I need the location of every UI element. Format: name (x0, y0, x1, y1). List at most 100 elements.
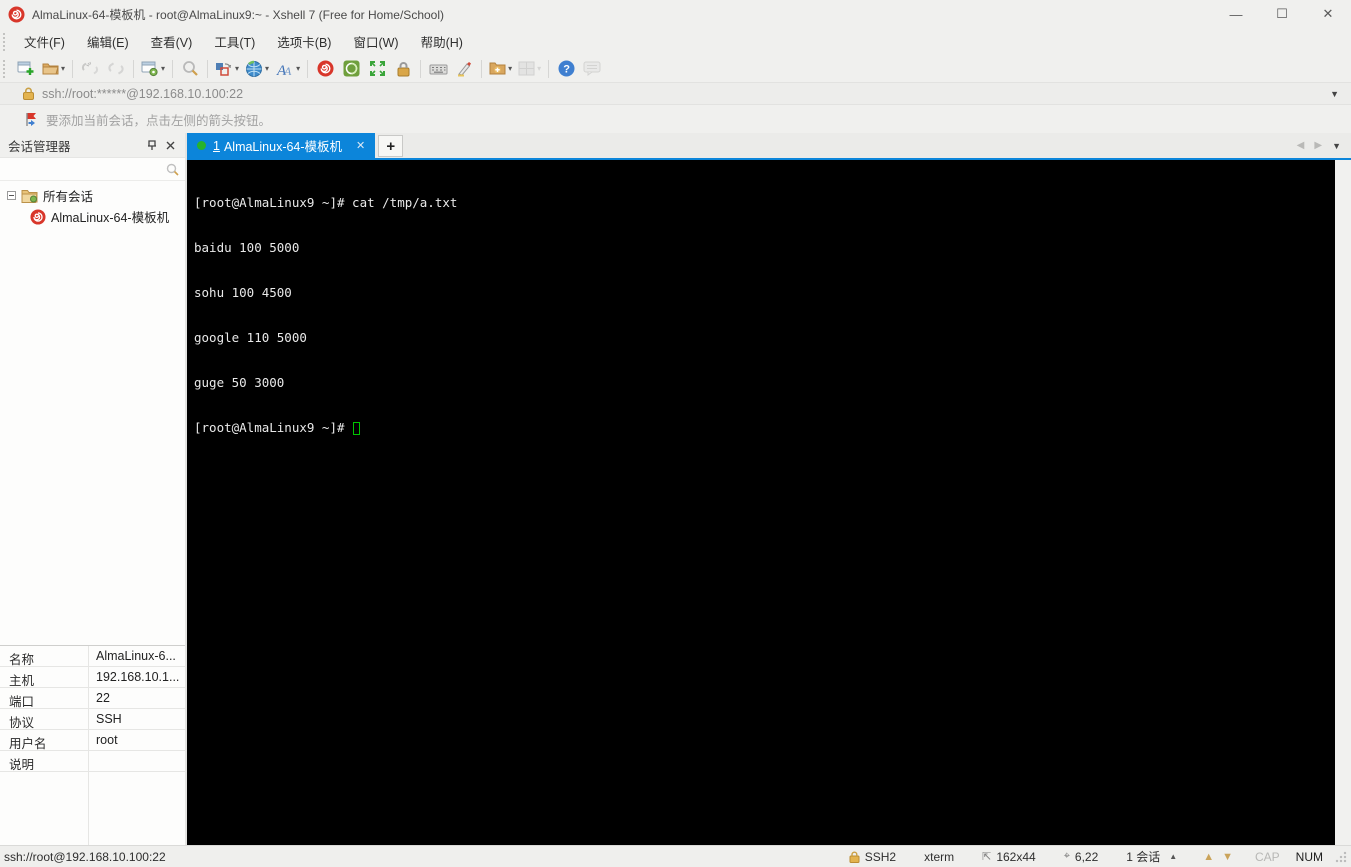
terminal-prompt-line: [root@AlmaLinux9 ~]# (194, 420, 1335, 435)
prop-row-port: 端口 22 (0, 688, 185, 709)
pin-panel-icon[interactable] (143, 136, 161, 154)
prop-label: 协议 (0, 709, 89, 730)
toolbar-separator (72, 59, 74, 78)
fullscreen-icon[interactable] (364, 57, 390, 81)
menu-help[interactable]: 帮助(H) (410, 28, 474, 55)
font-icon[interactable]: AA ▾ (272, 57, 303, 81)
session-properties-icon[interactable]: ▾ (138, 57, 168, 81)
tile-windows-dropdown: ▾ (537, 64, 542, 73)
open-session-dropdown[interactable]: ▾ (61, 64, 65, 73)
font-dropdown[interactable]: ▾ (296, 64, 300, 73)
new-folder-dropdown[interactable]: ▾ (508, 64, 512, 73)
sessions-folder-icon (21, 189, 38, 203)
terminal-scrollbar[interactable] (1335, 160, 1351, 845)
session-search-input[interactable] (6, 162, 166, 176)
session-properties-table: 名称 AlmaLinux-6... 主机 192.168.10.1... 端口 … (0, 645, 185, 845)
help-icon[interactable]: ? (553, 57, 579, 81)
content-area: 1 AlmaLinux-64-模板机 ✕ + ◀ ▶ ▼ [root@AlmaL… (187, 133, 1351, 845)
status-terminal-size: ⇱ 162x44 (982, 849, 1036, 864)
find-icon[interactable] (177, 57, 203, 81)
add-session-flag-icon (26, 112, 36, 126)
address-dropdown[interactable]: ▼ (1322, 89, 1347, 99)
web-icon[interactable]: ▾ (242, 57, 272, 81)
tree-item-session[interactable]: AlmaLinux-64-模板机 (0, 206, 185, 227)
tab-label: AlmaLinux-64-模板机 (223, 140, 343, 154)
tree-item-label[interactable]: 所有会话 (43, 186, 93, 205)
main-area: 会话管理器 所有会话 AlmaLinux-64-模板机 名称 AlmaLinux… (0, 133, 1351, 845)
toolbar: ▾ ▾ ▾ ▾ AA ▾ ▾ ▾ ? (0, 55, 1351, 82)
minimize-button[interactable]: — (1213, 0, 1259, 28)
toolbar-separator (207, 59, 209, 78)
status-session-count[interactable]: 1 会话 ▲ (1112, 848, 1191, 865)
toolbar-separator (548, 59, 550, 78)
prop-label: 说明 (0, 751, 89, 772)
toolbar-separator (481, 59, 483, 78)
session-properties-dropdown[interactable]: ▾ (161, 64, 165, 73)
status-caps-lock: CAP (1254, 849, 1280, 864)
menu-tabs[interactable]: 选项卡(B) (266, 28, 342, 55)
cursor-position-icon: ⌖ (1063, 850, 1070, 862)
new-tab-button[interactable]: + (378, 135, 404, 157)
status-connection-url: ssh://root@192.168.10.100:22 (4, 849, 166, 864)
prop-value: SSH (96, 712, 122, 726)
status-session-nav: ▲ ▼ (1191, 851, 1245, 863)
maximize-button[interactable]: ☐ (1259, 0, 1305, 28)
terminal-line: google 110 5000 (194, 330, 307, 345)
prev-session-icon[interactable]: ▲ (1203, 851, 1214, 863)
window-resize-grip[interactable] (1335, 850, 1347, 863)
terminal-line: [root@AlmaLinux9 ~]# cat /tmp/a.txt (194, 195, 458, 210)
tab-index: 1 (213, 138, 220, 153)
terminal[interactable]: [root@AlmaLinux9 ~]# cat /tmp/a.txt baid… (187, 160, 1335, 845)
terminal-cursor (353, 422, 361, 435)
menu-view[interactable]: 查看(V) (140, 28, 204, 55)
close-panel-icon[interactable] (161, 136, 179, 154)
address-url[interactable]: ssh://root:******@192.168.10.100:22 (42, 87, 1322, 101)
menu-file[interactable]: 文件(F) (13, 28, 76, 55)
search-icon[interactable] (166, 163, 179, 176)
session-tree: 所有会话 AlmaLinux-64-模板机 (0, 181, 185, 645)
close-button[interactable]: ✕ (1305, 0, 1351, 28)
session-search[interactable] (0, 158, 185, 181)
session-count-dropdown-icon[interactable]: ▲ (1169, 852, 1177, 861)
menu-window[interactable]: 窗口(W) (342, 28, 409, 55)
menu-tools[interactable]: 工具(T) (203, 28, 266, 55)
layout-icon[interactable]: ▾ (212, 57, 242, 81)
menubar-grip[interactable] (3, 32, 10, 51)
virtual-keyboard-icon[interactable] (425, 57, 451, 81)
layout-dropdown[interactable]: ▾ (235, 64, 239, 73)
prop-value (89, 751, 185, 771)
session-manager-header: 会话管理器 (0, 133, 185, 158)
xftp-icon[interactable] (338, 57, 364, 81)
tab-list-dropdown-icon[interactable]: ▼ (1332, 141, 1341, 151)
lock-screen-icon[interactable] (390, 57, 416, 81)
status-cursor-position: ⌖ 6,22 (1063, 849, 1099, 864)
ssl-lock-icon (23, 87, 34, 100)
open-session-icon[interactable]: ▾ (39, 57, 68, 81)
terminal-line: guge 50 3000 (194, 375, 285, 390)
tree-collapse-icon[interactable] (7, 191, 16, 200)
next-session-icon[interactable]: ▼ (1222, 851, 1233, 863)
session-manager-title: 会话管理器 (8, 139, 71, 154)
tab-bar: 1 AlmaLinux-64-模板机 ✕ + ◀ ▶ ▼ (187, 133, 1351, 160)
prop-row-description: 说明 (0, 751, 185, 772)
xshell-icon[interactable] (312, 57, 338, 81)
web-dropdown[interactable]: ▾ (265, 64, 269, 73)
prop-value: 22 (96, 691, 110, 705)
menu-bar: 文件(F) 编辑(E) 查看(V) 工具(T) 选项卡(B) 窗口(W) 帮助(… (0, 28, 1351, 55)
toolbar-separator (307, 59, 309, 78)
tree-item-all-sessions[interactable]: 所有会话 (0, 185, 185, 206)
toolbar-grip[interactable] (3, 59, 10, 78)
menu-edit[interactable]: 编辑(E) (76, 28, 140, 55)
resize-dimensions-icon: ⇱ (982, 851, 992, 863)
new-folder-icon[interactable]: ▾ (486, 57, 515, 81)
status-terminal-type[interactable]: xterm (910, 850, 968, 864)
tab-close-icon[interactable]: ✕ (356, 139, 365, 152)
feedback-icon (579, 57, 605, 81)
terminal-line: sohu 100 4500 (194, 285, 292, 300)
address-bar[interactable]: ssh://root:******@192.168.10.100:22 ▼ (0, 82, 1351, 105)
tree-item-label[interactable]: AlmaLinux-64-模板机 (51, 207, 169, 226)
new-session-icon[interactable] (13, 57, 39, 81)
window-title: AlmaLinux-64-模板机 - root@AlmaLinux9:~ - X… (32, 7, 444, 22)
highlight-pen-icon[interactable] (451, 57, 477, 81)
tab-session[interactable]: 1 AlmaLinux-64-模板机 ✕ (187, 133, 376, 158)
